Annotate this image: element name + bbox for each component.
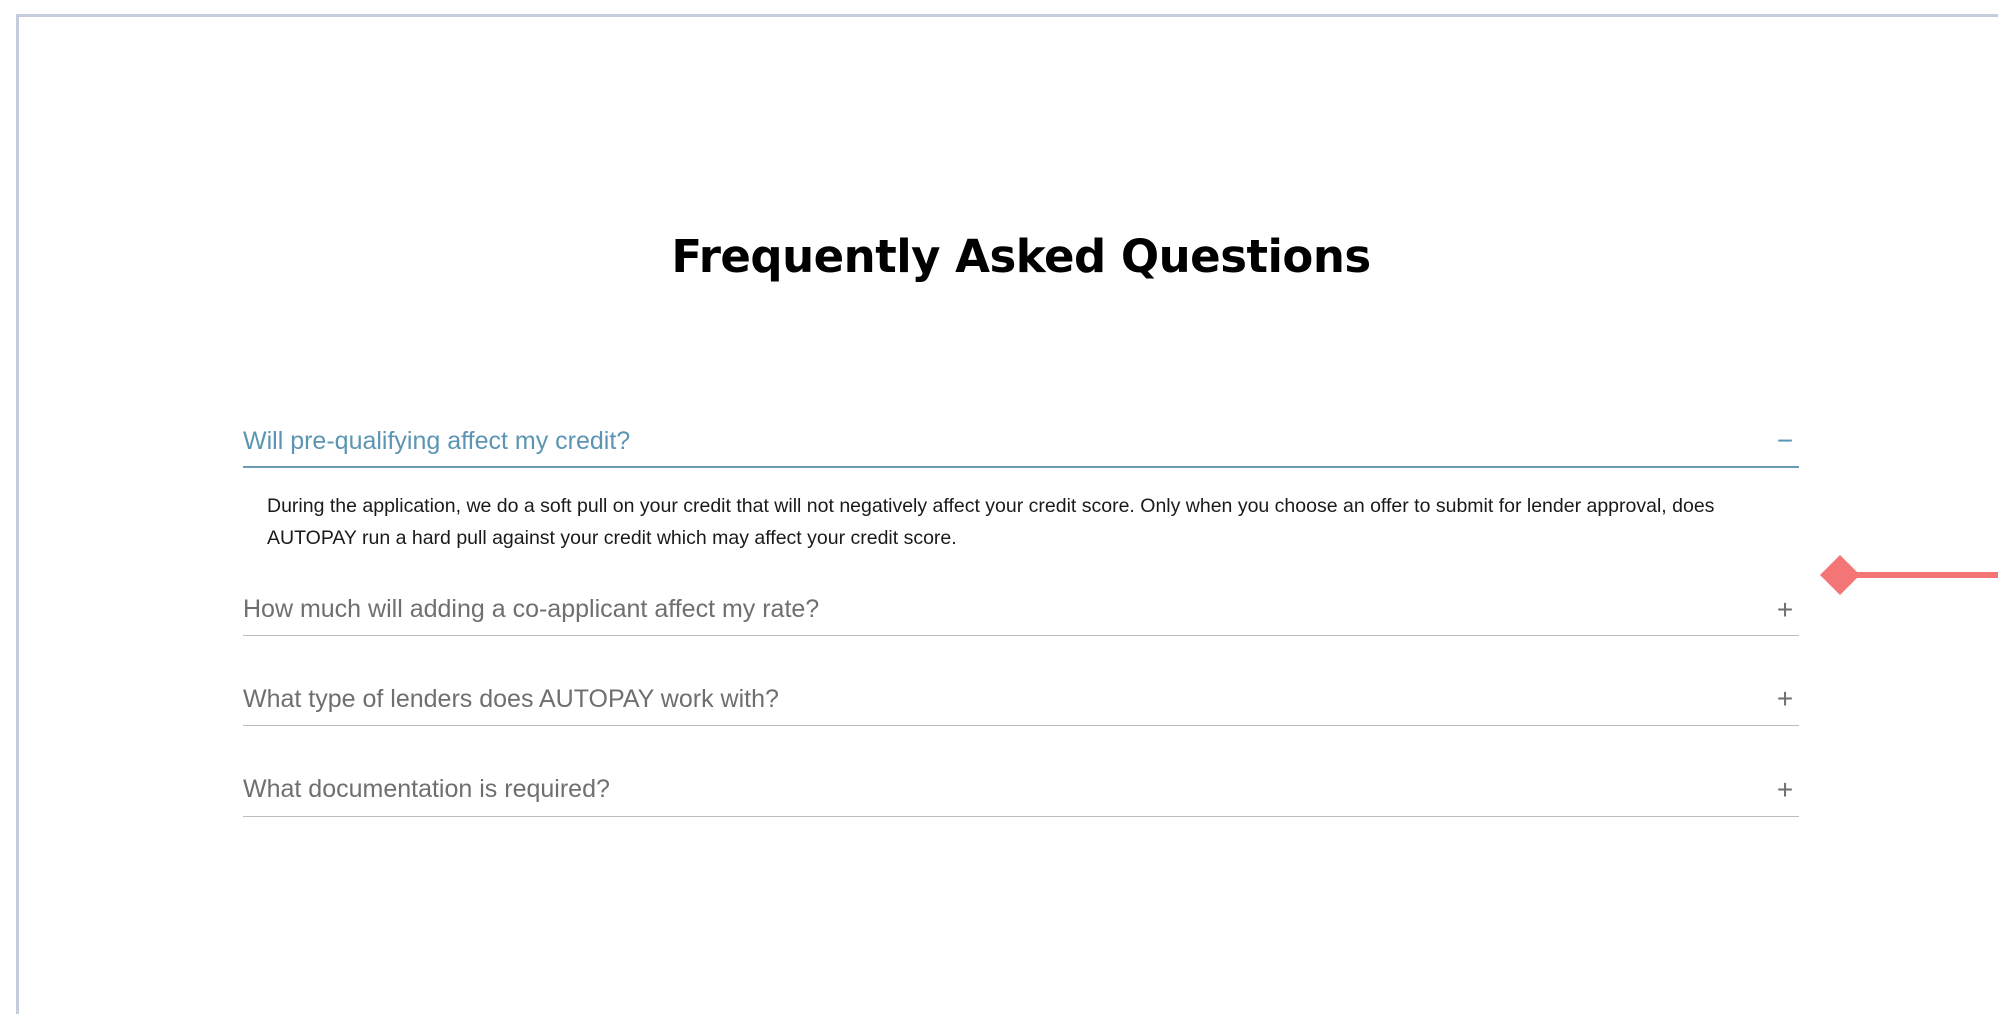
faq-item: What documentation is required? + (243, 763, 1799, 817)
faq-item: How much will adding a co-applicant affe… (243, 584, 1799, 636)
faq-question-text: How much will adding a co-applicant affe… (243, 595, 820, 623)
faq-question-text: Will pre-qualifying affect my credit? (243, 426, 631, 455)
faq-question-text: What type of lenders does AUTOPAY work w… (243, 684, 779, 713)
diamond-pointer-icon (1820, 555, 1998, 595)
faq-item: What type of lenders does AUTOPAY work w… (243, 673, 1799, 726)
faq-question-button[interactable]: Will pre-qualifying affect my credit? − (243, 416, 1799, 468)
faq-answer-text: During the application, we do a soft pul… (267, 495, 1715, 549)
minus-icon[interactable]: − (1773, 427, 1797, 455)
faq-question-text: What documentation is required? (243, 775, 610, 803)
plus-icon[interactable]: + (1773, 595, 1797, 624)
plus-icon[interactable]: + (1773, 685, 1797, 713)
faq-accordion: Will pre-qualifying affect my credit? − … (243, 416, 1799, 817)
plus-icon[interactable]: + (1773, 775, 1797, 804)
faq-question-button[interactable]: What documentation is required? + (243, 763, 1799, 817)
faq-question-button[interactable]: What type of lenders does AUTOPAY work w… (243, 673, 1799, 726)
page-title: Frequently Asked Questions (671, 230, 1371, 283)
faq-question-button[interactable]: How much will adding a co-applicant affe… (243, 584, 1799, 636)
faq-item: Will pre-qualifying affect my credit? − … (243, 416, 1799, 554)
